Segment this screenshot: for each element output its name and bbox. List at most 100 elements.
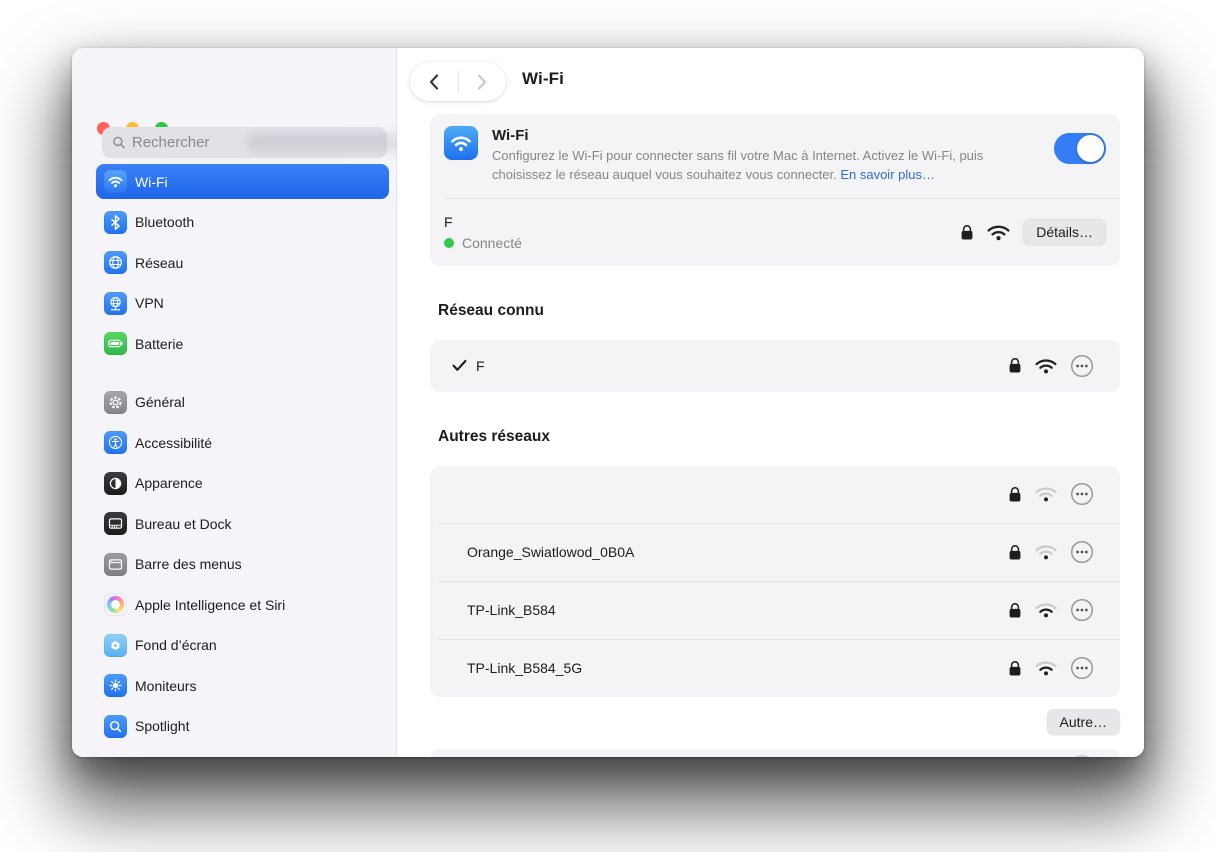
sidebar-item-label: Bureau et Dock xyxy=(135,515,232,532)
sidebar: Wi-Fi Bluetooth Réseau VPN xyxy=(72,48,402,757)
sidebar-item-label: Batterie xyxy=(135,335,184,352)
wifi-card-title: Wi-Fi xyxy=(492,127,529,144)
sidebar-item-fond-decran[interactable]: Fond d’écran xyxy=(96,628,389,663)
sidebar-item-vpn[interactable]: VPN xyxy=(96,286,389,321)
more-options-button[interactable] xyxy=(1070,354,1094,378)
nav-buttons xyxy=(410,62,506,101)
wifi-signal-icon xyxy=(1035,661,1057,676)
checkmark-icon xyxy=(452,359,467,372)
wifi-icon xyxy=(104,170,127,193)
network-row[interactable]: Orange_Swiatlowod_0B0A xyxy=(430,524,1120,581)
sidebar-item-bureau-et-dock[interactable]: Bureau et Dock xyxy=(96,506,389,541)
more-options-button[interactable] xyxy=(1070,540,1094,564)
network-name: Orange_Swiatlowod_0B0A xyxy=(467,544,635,561)
partial-card xyxy=(430,748,1120,757)
bluetooth-icon xyxy=(104,210,127,234)
more-options-button[interactable] xyxy=(1070,656,1094,680)
wifi-signal-icon xyxy=(1035,603,1057,618)
sidebar-item-accessibilite[interactable]: Accessibilité xyxy=(96,425,389,460)
sidebar-item-label: Apparence xyxy=(135,475,203,491)
sidebar-item-label: Accessibilité xyxy=(135,434,213,451)
network-row[interactable] xyxy=(430,466,1120,523)
desktop-dock-icon xyxy=(104,512,127,535)
sidebar-item-barre-des-menus[interactable]: Barre des menus xyxy=(96,547,389,582)
search-icon xyxy=(113,136,125,149)
wallpaper-flower-icon xyxy=(104,633,127,657)
network-name: F xyxy=(444,213,453,230)
sidebar-item-label: Général xyxy=(135,394,185,410)
wifi-signal-icon xyxy=(1035,545,1057,560)
wifi-toggle[interactable] xyxy=(1054,133,1106,164)
sidebar-item-wifi[interactable]: Wi-Fi xyxy=(96,164,389,199)
lock-icon xyxy=(1009,358,1021,373)
sidebar-item-label: Apple Intelligence et Siri xyxy=(135,596,286,613)
network-name: TP-Link_B584_5G xyxy=(467,660,583,677)
redacted-text xyxy=(247,133,402,152)
system-settings-window: Wi-Fi Bluetooth Réseau VPN xyxy=(72,48,1144,757)
more-options-button[interactable] xyxy=(1070,482,1094,506)
sidebar-item-spotlight[interactable]: Spotlight xyxy=(96,709,389,744)
wifi-toggle-card: Wi-Fi Configurez le Wi-Fi pour connecter… xyxy=(430,114,1120,266)
sidebar-item-moniteurs[interactable]: Moniteurs xyxy=(96,668,389,703)
connected-network-row: F Connecté Détails… xyxy=(430,199,1120,266)
wifi-icon xyxy=(444,126,478,160)
magnifier-icon xyxy=(104,714,127,738)
battery-icon xyxy=(104,332,127,355)
section-heading-known: Réseau connu xyxy=(438,301,544,319)
network-row[interactable]: F xyxy=(430,340,1120,392)
lock-icon xyxy=(1009,660,1021,676)
sidebar-item-label: Moniteurs xyxy=(135,677,197,694)
known-network-card: F xyxy=(430,339,1120,392)
network-row[interactable]: TP-Link_B584_5G xyxy=(430,640,1120,697)
display-sun-icon xyxy=(104,674,127,697)
sidebar-nav: Wi-Fi Bluetooth Réseau VPN Batterie Géné… xyxy=(96,164,389,749)
details-button[interactable]: Détails… xyxy=(1023,219,1106,246)
more-options-button[interactable] xyxy=(1070,598,1094,622)
page-title: Wi-Fi xyxy=(522,69,564,88)
network-row[interactable]: TP-Link_B584 xyxy=(430,582,1120,639)
gear-icon xyxy=(104,390,127,414)
sidebar-item-label: Réseau xyxy=(135,254,184,271)
content-pane: Wi-Fi Wi-Fi Configurez le Wi-Fi pour con… xyxy=(397,48,1144,757)
sidebar-item-label: VPN xyxy=(135,295,164,311)
sidebar-item-label: Barre des menus xyxy=(135,556,242,572)
vpn-globe-icon xyxy=(104,291,127,315)
lock-icon xyxy=(1009,602,1021,618)
sidebar-item-label: Spotlight xyxy=(135,718,190,734)
sidebar-item-label: Bluetooth xyxy=(135,214,195,230)
wifi-description: Configurez le Wi-Fi pour connecter sans … xyxy=(492,147,1040,185)
sidebar-item-general[interactable]: Général xyxy=(96,385,389,420)
sidebar-item-apparence[interactable]: Apparence xyxy=(96,466,389,501)
sidebar-item-label: Wi-Fi xyxy=(135,173,168,190)
menu-bar-icon xyxy=(104,552,127,576)
lock-icon xyxy=(1009,486,1021,502)
sidebar-item-reseau[interactable]: Réseau xyxy=(96,245,389,280)
content-header: Wi-Fi xyxy=(397,48,1144,110)
globe-icon xyxy=(104,251,127,274)
sidebar-item-bluetooth[interactable]: Bluetooth xyxy=(96,205,389,240)
lock-icon xyxy=(1009,544,1021,560)
other-network-button[interactable]: Autre… xyxy=(1046,708,1120,735)
scroll-area: Wi-Fi Configurez le Wi-Fi pour connecter… xyxy=(397,110,1144,757)
toggle-knob xyxy=(1077,135,1104,162)
back-button[interactable] xyxy=(429,73,439,90)
network-name: TP-Link_B584 xyxy=(467,602,556,619)
network-name: F xyxy=(476,357,485,374)
learn-more-link[interactable]: En savoir plus… xyxy=(840,167,935,182)
forward-button[interactable] xyxy=(477,73,487,90)
more-options-button[interactable] xyxy=(1070,754,1094,757)
sidebar-item-batterie[interactable]: Batterie xyxy=(96,326,389,361)
sidebar-item-label: Fond d’écran xyxy=(135,637,217,653)
other-networks-card: Orange_Swiatlowod_0B0A TP-Link_B584 TP-L… xyxy=(430,465,1120,697)
sidebar-item-apple-intelligence-siri[interactable]: Apple Intelligence et Siri xyxy=(96,587,389,622)
wifi-signal-icon xyxy=(1035,359,1057,374)
connection-status: Connecté xyxy=(462,234,522,251)
wifi-signal-icon xyxy=(987,225,1010,240)
lock-icon xyxy=(961,224,973,240)
connected-dot xyxy=(444,237,454,248)
section-heading-others: Autres réseaux xyxy=(438,427,551,445)
wifi-signal-icon xyxy=(1035,487,1057,502)
search-field[interactable] xyxy=(102,127,402,158)
siri-icon xyxy=(104,593,127,616)
appearance-icon xyxy=(104,471,127,495)
